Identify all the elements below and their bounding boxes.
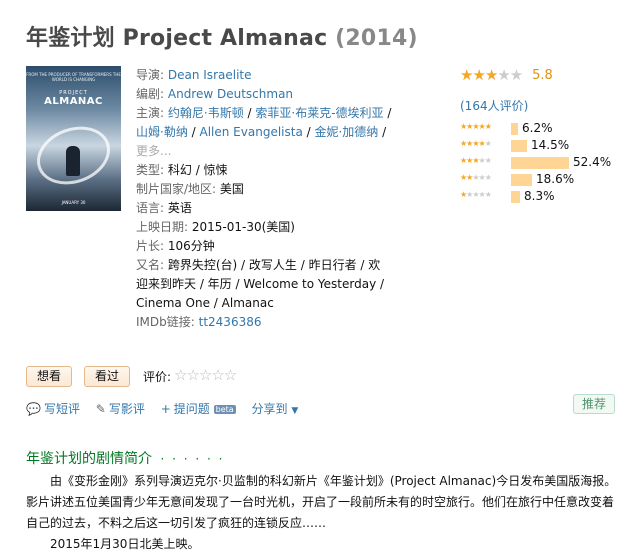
imdb-row: IMDb链接: tt2436386 bbox=[136, 313, 392, 332]
poster-title: PROJECT ALMANAC bbox=[26, 90, 121, 107]
rating-votes-link[interactable]: (164人评价) bbox=[460, 97, 528, 114]
cast-label: 主演: bbox=[136, 106, 165, 120]
rating-row-2-stars: ★★★★★ bbox=[460, 173, 492, 182]
runtime-label: 片长: bbox=[136, 239, 165, 253]
rating-row-3-stars: ★★★★★ bbox=[460, 156, 492, 165]
rating-row-4-bar bbox=[511, 140, 527, 152]
rating-breakdown: ★★★★★ 6.2% ★★★★★ 14.5% ★★★★★ 52.4% ★★★★★… bbox=[460, 120, 620, 205]
movie-year: (2014) bbox=[335, 26, 418, 51]
poster-figure-graphic bbox=[66, 146, 80, 176]
beta-badge: beta bbox=[213, 405, 236, 414]
release-label: 上映日期: bbox=[136, 220, 189, 234]
movie-info: 导演: Dean Israelite 编剧: Andrew Deutschman… bbox=[136, 66, 392, 332]
rating-row-1-pct: 8.3% bbox=[524, 189, 555, 203]
poster-date: JANUARY 30 bbox=[61, 200, 86, 205]
director-link[interactable]: Dean Israelite bbox=[168, 68, 252, 82]
rating-panel: ★★★★★ 5.8 (164人评价) ★★★★★ 6.2% ★★★★★ 14.5… bbox=[460, 66, 620, 203]
rating-row-3-bar bbox=[511, 157, 569, 169]
poster-tagline: FROM THE PRODUCER OF TRANSFORMERS THE WO… bbox=[26, 72, 121, 82]
rating-row-4-stars: ★★★★★ bbox=[460, 139, 492, 148]
rating-row-2: ★★★★★ 18.6% bbox=[460, 171, 620, 188]
chevron-down-icon: ▼ bbox=[291, 406, 299, 416]
rating-row-5-bar bbox=[511, 123, 518, 135]
director-row: 导演: Dean Israelite bbox=[136, 66, 392, 85]
rating-row-3: ★★★★★ 52.4% bbox=[460, 154, 620, 171]
release-row: 上映日期: 2015-01-30(美国) bbox=[136, 218, 392, 237]
summary-body: 由《变形金刚》系列导演迈克尔·贝监制的科幻新片《年鉴计划》(Project Al… bbox=[26, 471, 618, 553]
writer-row: 编剧: Andrew Deutschman bbox=[136, 85, 392, 104]
cast-row: 主演: 约翰尼·韦斯顿 / 索菲亚·布莱克-德埃利亚 / 山姆·勒纳 / All… bbox=[136, 106, 392, 158]
aka-value: 跨界失控(台) / 改写人生 / 昨日行者 / 欢迎来到昨天 / 年历 / We… bbox=[136, 258, 385, 310]
rating-row-4-pct: 14.5% bbox=[531, 138, 570, 152]
language-value: 英语 bbox=[167, 201, 192, 215]
aka-label: 又名: bbox=[136, 258, 165, 272]
genre-row: 类型: 科幻 / 惊悚 bbox=[136, 161, 392, 180]
rating-row-5-stars: ★★★★★ bbox=[460, 122, 492, 131]
summary-release-note: 2015年1月30日北美上映。 bbox=[50, 537, 200, 551]
runtime-row: 片长: 106分钟 bbox=[136, 237, 392, 256]
movie-title: 年鉴计划 Project Almanac (2014) bbox=[26, 20, 418, 52]
summary-title: 年鉴计划的剧情简介 · · · · · · bbox=[26, 448, 224, 468]
aka-row: 又名: 跨界失控(台) / 改写人生 / 昨日行者 / 欢迎来到昨天 / 年历 … bbox=[136, 256, 392, 313]
action-links: 💬 写短评 ✎ 写影评 + 提问题 beta 分享到 ▼ bbox=[26, 400, 310, 417]
movie-title-text: 年鉴计划 Project Almanac bbox=[26, 26, 328, 51]
rating-row-4: ★★★★★ 14.5% bbox=[460, 137, 620, 154]
want-to-watch-button[interactable]: 想看 bbox=[26, 366, 73, 387]
cast-link-5[interactable]: 金妮·加德纳 bbox=[314, 125, 378, 139]
rating-stars: ★★★★★ bbox=[460, 66, 523, 84]
movie-poster[interactable]: FROM THE PRODUCER OF TRANSFORMERS THE WO… bbox=[26, 66, 121, 211]
rating-row-5-pct: 6.2% bbox=[522, 121, 553, 135]
cast-link-1[interactable]: 约翰尼·韦斯顿 bbox=[168, 106, 244, 120]
runtime-value: 106分钟 bbox=[167, 239, 215, 253]
genre-value: 科幻 / 惊悚 bbox=[167, 163, 228, 177]
share-link[interactable]: 分享到 bbox=[251, 402, 287, 416]
country-label: 制片国家/地区: bbox=[136, 182, 217, 196]
watched-button[interactable]: 看过 bbox=[84, 366, 131, 387]
rating-row-1: ★★★★★ 8.3% bbox=[460, 188, 620, 205]
rating-row-1-stars: ★★★★★ bbox=[460, 190, 492, 199]
recommend-button[interactable]: 推荐 bbox=[573, 394, 616, 414]
writer-link[interactable]: Andrew Deutschman bbox=[168, 87, 293, 101]
cast-more-link[interactable]: 更多... bbox=[136, 144, 171, 158]
write-review-link[interactable]: 写影评 bbox=[109, 402, 145, 416]
country-value: 美国 bbox=[219, 182, 244, 196]
imdb-link[interactable]: tt2436386 bbox=[199, 315, 262, 329]
language-label: 语言: bbox=[136, 201, 165, 215]
language-row: 语言: 英语 bbox=[136, 199, 392, 218]
rating-score: 5.8 bbox=[532, 67, 553, 83]
rate-label: 评价: bbox=[143, 370, 172, 384]
genre-label: 类型: bbox=[136, 163, 165, 177]
pencil-icon: ✎ bbox=[95, 402, 106, 416]
rating-row-2-bar bbox=[511, 174, 532, 186]
poster-title-main: ALMANAC bbox=[44, 96, 103, 107]
rate-stars-input[interactable]: ☆☆☆☆☆ bbox=[174, 366, 237, 384]
rating-row-2-pct: 18.6% bbox=[536, 172, 575, 186]
country-row: 制片国家/地区: 美国 bbox=[136, 180, 392, 199]
rating-row-1-bar bbox=[511, 191, 520, 203]
summary-title-text: 年鉴计划的剧情简介 bbox=[26, 451, 152, 467]
rating-row-5: ★★★★★ 6.2% bbox=[460, 120, 620, 137]
ask-question-link[interactable]: 提问题 bbox=[174, 402, 210, 416]
comment-icon: 💬 bbox=[26, 402, 41, 416]
imdb-label: IMDb链接: bbox=[136, 315, 195, 329]
summary-title-dots: · · · · · · bbox=[160, 452, 225, 466]
summary-paragraph: 由《变形金刚》系列导演迈克尔·贝监制的科幻新片《年鉴计划》(Project Al… bbox=[26, 474, 617, 530]
cast-link-4[interactable]: Allen Evangelista bbox=[200, 125, 303, 139]
cast-link-2[interactable]: 索菲亚·布莱克-德埃利亚 bbox=[255, 106, 383, 120]
write-comment-link[interactable]: 写短评 bbox=[44, 402, 80, 416]
rating-row-3-pct: 52.4% bbox=[573, 155, 612, 169]
cast-link-3[interactable]: 山姆·勒纳 bbox=[136, 125, 188, 139]
plus-icon: + bbox=[160, 402, 171, 416]
release-value: 2015-01-30(美国) bbox=[191, 220, 295, 234]
director-label: 导演: bbox=[136, 68, 165, 82]
writer-label: 编剧: bbox=[136, 87, 165, 101]
